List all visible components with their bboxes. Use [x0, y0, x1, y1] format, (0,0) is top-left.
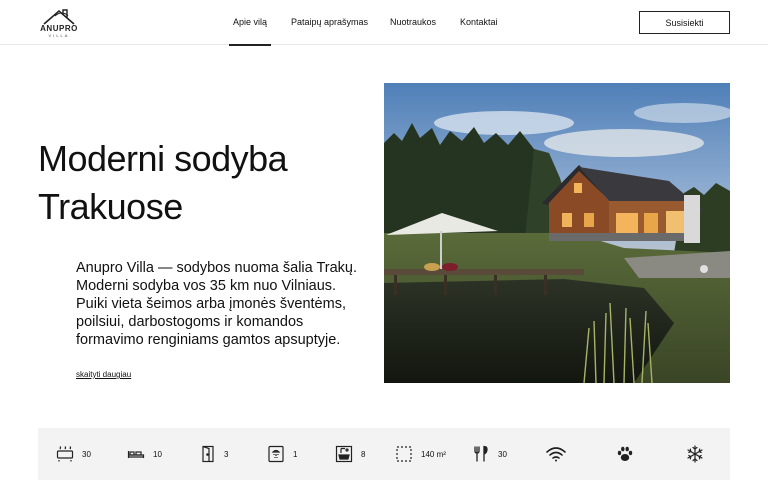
amenity-value: 10: [153, 449, 162, 459]
shower-icon: [268, 445, 284, 463]
amenity-value: 8: [361, 449, 366, 459]
amenity-value: 140 m²: [421, 449, 446, 459]
title-line-1: Moderni sodyba: [38, 138, 288, 179]
read-more-link[interactable]: skaityti daugiau: [76, 370, 131, 379]
amenity-value: 1: [293, 449, 298, 459]
amenity-guests: 30: [56, 445, 91, 463]
amenity-rooms: 3: [200, 445, 228, 463]
top-navigation-bar: ANUPRO VILLA Apie vilą Pataipų aprašymas…: [0, 0, 768, 46]
bed-icon: [127, 451, 145, 458]
amenity-value: 30: [82, 449, 91, 459]
nav-item-rooms[interactable]: Pataipų aprašymas: [291, 17, 368, 27]
villa-photo: [384, 83, 730, 383]
nav-item-contacts[interactable]: Kontaktai: [460, 17, 498, 27]
amenity-value: 30: [498, 449, 507, 459]
hero-description: Anupro Villa — sodybos nuoma šalia Trakų…: [76, 260, 358, 348]
wifi-icon: [546, 447, 566, 462]
amenity-pets: [616, 445, 634, 463]
amenity-dining: 30: [472, 445, 507, 463]
amenity-wifi: [545, 445, 567, 463]
area-icon: [396, 446, 412, 462]
amenity-showers: 1: [267, 445, 297, 463]
amenity-area: 140 m²: [395, 445, 446, 463]
cutlery-icon: [474, 445, 488, 462]
amenities-bar: 30 10 3 1 8 140 m² 30: [38, 428, 730, 480]
nav-item-photos[interactable]: Nuotraukos: [390, 17, 436, 27]
snowflake-icon: [687, 445, 703, 463]
bath-icon: [335, 445, 353, 463]
door-icon: [202, 445, 214, 463]
sauna-heater-icon: [56, 446, 74, 462]
paw-icon: [617, 446, 633, 461]
amenity-baths: 8: [335, 445, 365, 463]
amenity-air-conditioning: [686, 445, 704, 463]
amenity-beds: 10: [127, 445, 162, 463]
amenity-value: 3: [224, 449, 229, 459]
brand-subtitle: VILLA: [48, 33, 70, 38]
contact-button[interactable]: Susisiekti: [639, 11, 730, 34]
villa-photo-illustration: [384, 83, 730, 383]
page-title: Moderni sodyba Trakuose: [38, 135, 368, 231]
title-line-2: Trakuose: [38, 186, 183, 227]
nav-item-about[interactable]: Apie vilą: [228, 17, 272, 46]
